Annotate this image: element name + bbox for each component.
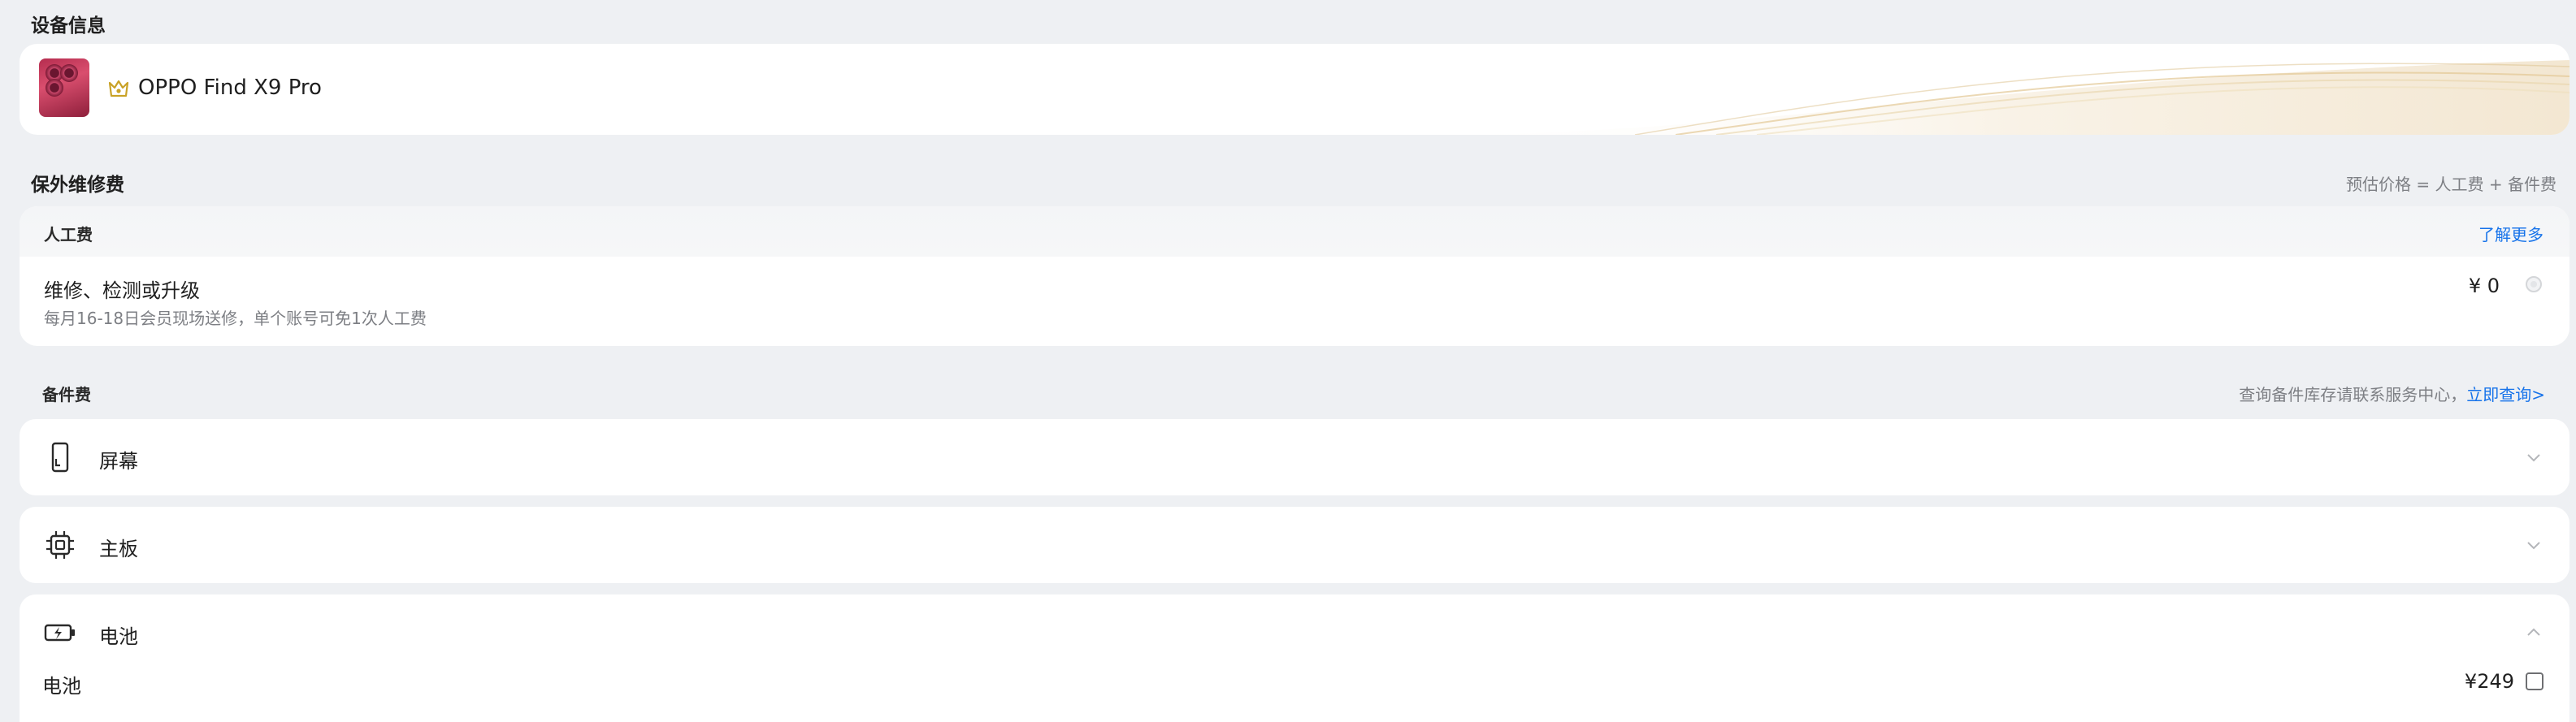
device-section-title: 设备信息 bbox=[31, 15, 106, 37]
learn-more-link[interactable]: 了解更多 bbox=[2478, 222, 2543, 245]
labor-card: 人工费 了解更多 维修、检测或升级 每月16-18日会员现场送修，单个账号可免1… bbox=[20, 206, 2569, 346]
parts-hint: 查询备件库存请联系服务中心，立即查询> bbox=[2239, 382, 2545, 405]
camera-lens bbox=[60, 64, 78, 82]
query-now-link[interactable]: 立即查询> bbox=[2466, 385, 2545, 404]
labor-radio[interactable] bbox=[2526, 276, 2542, 292]
labor-price: ¥ 0 bbox=[2468, 275, 2500, 297]
labor-item-title: 维修、检测或升级 bbox=[44, 279, 200, 302]
decorative-wave bbox=[1432, 60, 2569, 135]
battery-icon bbox=[44, 624, 75, 642]
labor-title: 人工费 bbox=[44, 225, 93, 244]
phone-screen-icon bbox=[51, 442, 69, 473]
labor-item-subtitle: 每月16-18日会员现场送修，单个账号可免1次人工费 bbox=[44, 309, 427, 328]
device-name: OPPO Find X9 Pro bbox=[138, 76, 322, 100]
part-label: 主板 bbox=[99, 538, 138, 560]
device-image bbox=[39, 58, 89, 117]
repair-section-title: 保外维修费 bbox=[31, 175, 124, 196]
parts-hint-text: 查询备件库存请联系服务中心， bbox=[2239, 385, 2467, 404]
labor-header: 人工费 了解更多 bbox=[20, 206, 2569, 257]
battery-subitem-price: ¥249 bbox=[2464, 670, 2514, 693]
chevron-down-icon[interactable] bbox=[2524, 535, 2543, 555]
part-label: 电池 bbox=[99, 625, 138, 648]
battery-subitem-label: 电池 bbox=[42, 675, 81, 698]
part-item-screen[interactable]: 屏幕 bbox=[20, 419, 2569, 495]
battery-checkbox[interactable] bbox=[2526, 672, 2543, 690]
part-item-mainboard[interactable]: 主板 bbox=[20, 507, 2569, 583]
chevron-up-icon[interactable] bbox=[2524, 623, 2543, 642]
part-item-battery[interactable]: 电池 电池 ¥249 bbox=[20, 594, 2569, 722]
crown-icon bbox=[108, 80, 129, 97]
chevron-down-icon[interactable] bbox=[2524, 447, 2543, 467]
camera-lens bbox=[46, 79, 63, 97]
chip-icon bbox=[46, 531, 74, 559]
parts-section-title: 备件费 bbox=[42, 385, 91, 404]
part-label: 屏幕 bbox=[99, 450, 138, 473]
device-card[interactable]: OPPO Find X9 Pro bbox=[20, 44, 2569, 135]
price-formula: 预估价格 = 人工费 + 备件费 bbox=[2346, 175, 2556, 194]
